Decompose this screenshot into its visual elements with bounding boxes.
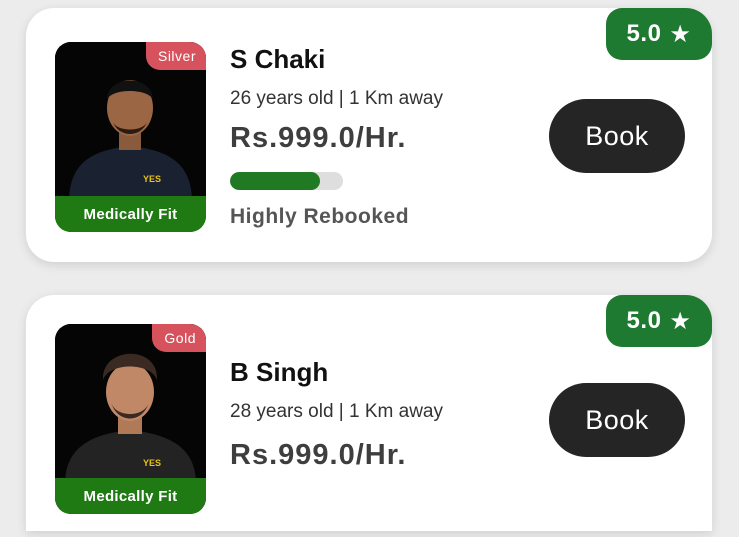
star-icon: ★ xyxy=(669,20,692,48)
svg-text:YES: YES xyxy=(143,458,161,468)
tier-badge: Silver xyxy=(145,42,206,70)
star-icon: ★ xyxy=(669,307,692,335)
rating-badge: 5.0 ★ xyxy=(606,8,712,60)
rebook-progress-fill xyxy=(230,172,321,190)
trainer-name: B Singh xyxy=(230,357,329,387)
rebook-label: Highly Rebooked xyxy=(230,205,410,228)
rating-value: 5.0 xyxy=(626,307,662,334)
trainer-price: Rs.999.0/Hr. xyxy=(230,122,407,154)
trainer-price: Rs.999.0/Hr. xyxy=(230,439,407,471)
medically-fit-badge: Medically Fit xyxy=(55,196,206,232)
rating-badge: 5.0 ★ xyxy=(606,295,712,347)
trainer-list: 5.0 ★ YES Silver Medically Fit S Chaki 2… xyxy=(0,0,739,537)
rebook-progress-bar xyxy=(230,172,343,190)
book-button[interactable]: Book xyxy=(549,99,685,173)
trainer-card[interactable]: 5.0 ★ YES Silver Medically Fit S Chaki 2… xyxy=(26,8,712,262)
rating-value: 5.0 xyxy=(626,20,662,47)
trainer-photo[interactable]: YES Silver Medically Fit xyxy=(55,42,206,232)
trainer-name: S Chaki xyxy=(230,44,326,74)
svg-text:YES: YES xyxy=(143,174,161,184)
trainer-meta: 26 years old | 1 Km away xyxy=(230,88,443,109)
trainer-meta: 28 years old | 1 Km away xyxy=(230,401,443,422)
tier-badge: Gold xyxy=(152,324,206,352)
book-button[interactable]: Book xyxy=(549,383,685,457)
medically-fit-badge: Medically Fit xyxy=(55,478,206,514)
trainer-card[interactable]: 5.0 ★ YES Gold Medically Fit B Singh 28 … xyxy=(26,295,712,531)
trainer-photo[interactable]: YES Gold Medically Fit xyxy=(55,324,206,514)
